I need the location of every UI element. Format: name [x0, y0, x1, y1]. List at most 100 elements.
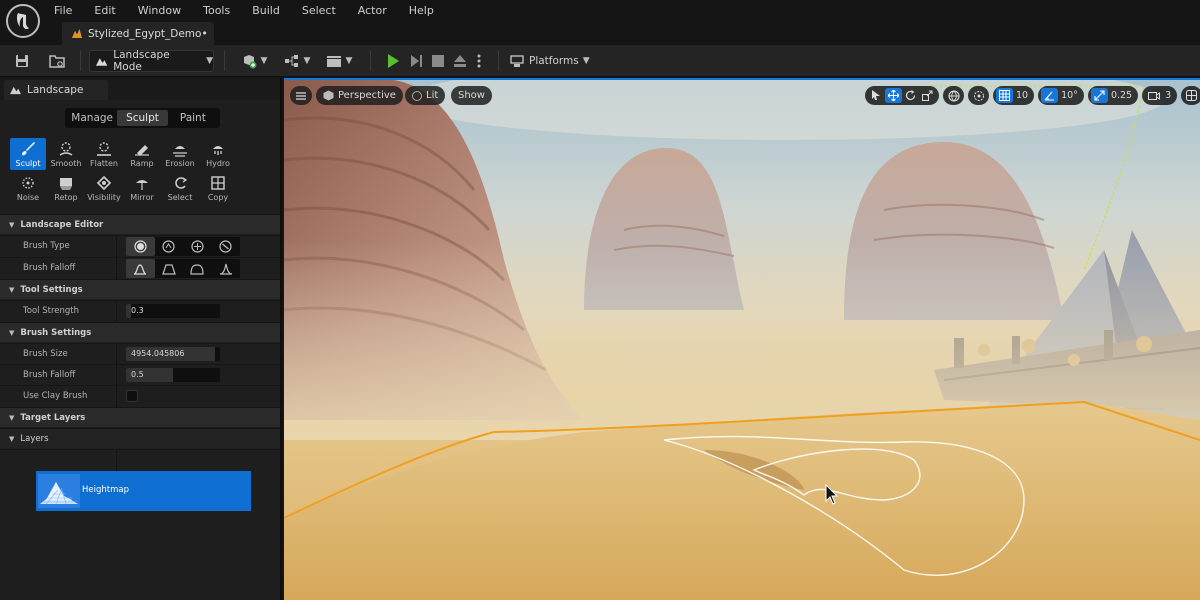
grid-snap-value[interactable]: 10: [1013, 90, 1031, 101]
section-tool-settings[interactable]: ▼ Tool Settings: [0, 279, 280, 299]
pattern-brush-icon: [191, 240, 204, 253]
tool-mirror[interactable]: Mirror: [124, 172, 160, 204]
play-button[interactable]: [382, 50, 404, 72]
brush-type-circle[interactable]: [126, 237, 155, 256]
tab-sculpt[interactable]: Sculpt: [117, 110, 168, 126]
menu-build[interactable]: Build: [252, 4, 280, 18]
tool-smooth[interactable]: Smooth: [48, 138, 84, 170]
brush-type-component[interactable]: [212, 237, 241, 256]
falloff-linear[interactable]: [155, 259, 184, 278]
maximize-group: [1181, 86, 1200, 105]
tool-erosion[interactable]: Erosion: [162, 138, 198, 170]
falloff-smooth[interactable]: [126, 259, 155, 278]
content-browser-button[interactable]: [46, 50, 68, 72]
scale-snap-toggle[interactable]: [1090, 88, 1108, 103]
tab-paint[interactable]: Paint: [168, 110, 218, 126]
menu-help[interactable]: Help: [409, 4, 434, 18]
collapse-triangle-icon: ▼: [9, 413, 15, 422]
tool-strength-label: Tool Strength: [23, 306, 79, 316]
brush-type-alpha[interactable]: [155, 237, 184, 256]
falloff-spherical[interactable]: [183, 259, 212, 278]
section-layers[interactable]: ▼ Layers: [0, 428, 280, 448]
brush-size-label: Brush Size: [23, 349, 68, 359]
level-viewport[interactable]: Perspective Lit Show 10 10° 0.25 3: [284, 78, 1200, 600]
brush-size-input[interactable]: 4954.045806: [126, 347, 220, 361]
alpha-brush-icon: [162, 240, 175, 253]
circle-brush-icon: [134, 240, 147, 253]
tool-retop[interactable]: Retop: [48, 172, 84, 204]
camera-speed-value[interactable]: 3: [1162, 90, 1174, 101]
rotation-snap-value[interactable]: 10°: [1058, 90, 1081, 101]
menu-select[interactable]: Select: [302, 4, 336, 18]
translate-mode-button[interactable]: [885, 88, 902, 103]
lit-sphere-icon: [412, 90, 422, 101]
rotation-snap-toggle[interactable]: [1041, 88, 1059, 103]
show-flags-button[interactable]: Show: [451, 86, 492, 105]
chevron-down-icon: ▼: [303, 56, 311, 66]
layers-header-row: [0, 449, 280, 472]
section-brush-settings[interactable]: ▼ Brush Settings: [0, 322, 280, 342]
brush-falloff-value: 0.5: [131, 370, 144, 379]
mirror-icon: [136, 180, 148, 190]
scale-icon: [922, 90, 933, 101]
tool-select[interactable]: Select: [162, 172, 198, 204]
menu-tools[interactable]: Tools: [203, 4, 230, 18]
erosion-icon: [173, 146, 187, 157]
menu-edit[interactable]: Edit: [94, 4, 115, 18]
platforms-button[interactable]: Platforms ▼: [510, 50, 590, 72]
landscape-mode-icon: [10, 86, 21, 95]
section-landscape-editor[interactable]: ▼ Landscape Editor: [0, 214, 280, 234]
rotate-mode-button[interactable]: [902, 88, 919, 103]
stop-button[interactable]: [428, 50, 448, 72]
scale-mode-button[interactable]: [919, 88, 936, 103]
tool-hydro[interactable]: Hydro: [200, 138, 236, 170]
menu-actor[interactable]: Actor: [358, 4, 387, 18]
brush-type-pattern[interactable]: [183, 237, 212, 256]
unreal-logo-icon[interactable]: [6, 4, 40, 38]
add-actor-button[interactable]: ▼: [238, 50, 270, 72]
tool-label: Flatten: [90, 159, 118, 168]
tool-label: Erosion: [165, 159, 195, 168]
tool-ramp[interactable]: Ramp: [124, 138, 160, 170]
select-mode-button[interactable]: [868, 88, 885, 103]
menu-file[interactable]: File: [54, 4, 72, 18]
step-button[interactable]: [406, 50, 426, 72]
retopologize-icon: [60, 178, 72, 190]
landscape-panel-body: Manage Sculpt Paint Sculpt Smooth Flatte…: [0, 100, 280, 600]
layer-item-heightmap[interactable]: Heightmap: [36, 471, 251, 511]
mouse-cursor-icon: [825, 484, 839, 505]
tab-manage[interactable]: Manage: [67, 110, 117, 126]
menu-window[interactable]: Window: [138, 4, 181, 18]
falloff-tip[interactable]: [212, 259, 241, 278]
tool-label: Ramp: [130, 159, 154, 168]
maximize-viewport-button[interactable]: [1183, 88, 1200, 103]
use-clay-brush-checkbox[interactable]: [126, 390, 138, 402]
view-mode-button[interactable]: Perspective: [316, 86, 403, 105]
tool-strength-input[interactable]: 0.3: [126, 304, 220, 318]
blueprint-button[interactable]: ▼: [282, 50, 312, 72]
save-button[interactable]: [12, 50, 32, 72]
level-tab[interactable]: Stylized_Egypt_Demo•: [62, 22, 214, 45]
grid-snap-toggle[interactable]: [996, 88, 1013, 103]
tool-copy[interactable]: Copy: [200, 172, 236, 204]
mode-dropdown[interactable]: Landscape Mode ▼: [89, 49, 214, 73]
eject-button[interactable]: [450, 50, 470, 72]
tool-visibility[interactable]: Visibility: [86, 172, 122, 204]
viewport-options-button[interactable]: [290, 86, 312, 105]
coordinate-system-button[interactable]: [945, 88, 962, 103]
lighting-mode-button[interactable]: Lit: [405, 86, 446, 105]
tool-flatten[interactable]: Flatten: [86, 138, 122, 170]
save-icon: [16, 55, 28, 67]
surface-snapping-button[interactable]: [970, 88, 987, 103]
scale-snap-value[interactable]: 0.25: [1108, 90, 1135, 101]
clapperboard-icon: [326, 56, 341, 67]
brush-falloff-label: Brush Falloff: [23, 370, 76, 380]
landscape-panel-tab[interactable]: Landscape: [4, 80, 108, 100]
brush-falloff-input[interactable]: 0.5: [126, 368, 220, 382]
section-target-layers[interactable]: ▼ Target Layers: [0, 407, 280, 427]
camera-speed-button[interactable]: [1145, 88, 1162, 103]
tool-noise[interactable]: Noise: [10, 172, 46, 204]
play-options-button[interactable]: [472, 50, 486, 72]
cinematics-button[interactable]: ▼: [324, 50, 354, 72]
tool-sculpt[interactable]: Sculpt: [10, 138, 46, 170]
